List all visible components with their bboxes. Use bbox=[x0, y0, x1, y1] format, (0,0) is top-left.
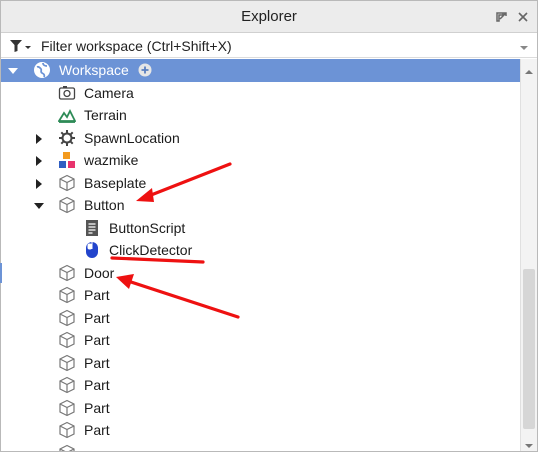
tree-item-label: Workspace bbox=[59, 62, 129, 78]
terrain-icon bbox=[57, 106, 77, 124]
tree-item-partial[interactable] bbox=[1, 442, 520, 451]
explorer-titlebar: Explorer bbox=[1, 1, 537, 33]
scroll-down-icon[interactable] bbox=[524, 437, 534, 448]
part-cube-icon bbox=[58, 444, 76, 451]
chevron-down-icon[interactable] bbox=[519, 40, 529, 50]
part-cube-icon bbox=[58, 174, 76, 192]
close-icon[interactable] bbox=[515, 9, 531, 25]
part-cube-icon bbox=[58, 354, 76, 372]
undock-icon[interactable] bbox=[494, 9, 510, 25]
tree-item-label: Button bbox=[84, 197, 125, 213]
tree-item-label: Door bbox=[84, 264, 115, 281]
tree-item-label: Part bbox=[84, 332, 110, 348]
filter-funnel-icon[interactable] bbox=[9, 39, 33, 53]
tree-item-camera[interactable]: Camera bbox=[1, 82, 520, 105]
tree-item-spawnlocation[interactable]: SpawnLocation bbox=[1, 127, 520, 150]
tree-item-label: Camera bbox=[84, 84, 134, 101]
add-child-icon[interactable] bbox=[138, 63, 152, 77]
script-icon bbox=[83, 219, 101, 237]
camera-icon bbox=[58, 84, 76, 102]
tree-item-button[interactable]: Button bbox=[1, 194, 520, 217]
tree-item-label: ButtonScript bbox=[109, 219, 186, 236]
tree-item-part[interactable]: Part bbox=[1, 284, 520, 307]
tree-item-label: ClickDetector bbox=[109, 242, 193, 258]
tree-item-clickdetector[interactable]: ClickDetector bbox=[1, 239, 520, 262]
click-detector-icon bbox=[83, 241, 101, 259]
focus-marker bbox=[0, 263, 2, 283]
explorer-tree: Workspace Camera Terrain SpawnLocation w… bbox=[1, 59, 520, 451]
tree-item-buttonscript[interactable]: ButtonScript bbox=[1, 217, 520, 240]
vertical-scrollbar[interactable] bbox=[520, 59, 537, 451]
collapse-arrow-icon[interactable] bbox=[33, 199, 45, 211]
tree-item-baseplate[interactable]: Baseplate bbox=[1, 172, 520, 195]
filter-input[interactable]: Filter workspace (Ctrl+Shift+X) bbox=[41, 34, 232, 58]
tree-item-part[interactable]: Part bbox=[1, 374, 520, 397]
spawn-gear-icon bbox=[58, 129, 76, 147]
tree-item-door[interactable]: Door bbox=[1, 262, 520, 285]
expand-arrow-icon[interactable] bbox=[33, 132, 45, 144]
part-cube-icon bbox=[58, 196, 76, 214]
tree-item-part[interactable]: Part bbox=[1, 419, 520, 442]
tree-item-workspace[interactable]: Workspace bbox=[1, 59, 520, 82]
tree-item-label: Part bbox=[84, 422, 110, 438]
expand-arrow-icon[interactable] bbox=[7, 64, 19, 76]
part-cube-icon bbox=[58, 286, 76, 304]
tree-item-wazmike[interactable]: wazmike bbox=[1, 149, 520, 172]
explorer-panel: Explorer Filter workspace (Ctrl+Shift+X) bbox=[0, 0, 538, 452]
tree-item-label: Part bbox=[84, 287, 110, 303]
tree-item-label: SpawnLocation bbox=[84, 129, 180, 146]
expand-arrow-icon[interactable] bbox=[33, 177, 45, 189]
tree-item-label: Part bbox=[84, 309, 110, 326]
tree-item-part[interactable]: Part bbox=[1, 307, 520, 330]
tree-item-label: Part bbox=[84, 399, 110, 416]
expand-arrow-icon[interactable] bbox=[33, 154, 45, 166]
scroll-thumb[interactable] bbox=[523, 269, 535, 429]
part-cube-icon bbox=[58, 399, 76, 417]
tree-item-part[interactable]: Part bbox=[1, 352, 520, 375]
tree-item-label: Part bbox=[84, 354, 110, 371]
part-cube-icon bbox=[58, 331, 76, 349]
tree-item-label: Terrain bbox=[84, 107, 127, 123]
part-cube-icon bbox=[58, 376, 76, 394]
tree-item-label: wazmike bbox=[84, 152, 139, 168]
part-cube-icon bbox=[58, 421, 76, 439]
model-icon bbox=[58, 151, 76, 169]
scroll-up-icon[interactable] bbox=[524, 63, 534, 74]
tree-item-label: Part bbox=[84, 377, 110, 393]
part-cube-icon bbox=[58, 309, 76, 327]
tree-item-part[interactable]: Part bbox=[1, 329, 520, 352]
panel-title: Explorer bbox=[241, 8, 297, 25]
filter-bar[interactable]: Filter workspace (Ctrl+Shift+X) bbox=[1, 34, 537, 58]
workspace-globe-icon bbox=[33, 61, 51, 79]
tree-item-terrain[interactable]: Terrain bbox=[1, 104, 520, 127]
tree-item-part[interactable]: Part bbox=[1, 397, 520, 420]
tree-item-label: Baseplate bbox=[84, 174, 147, 191]
part-cube-icon bbox=[58, 264, 76, 282]
